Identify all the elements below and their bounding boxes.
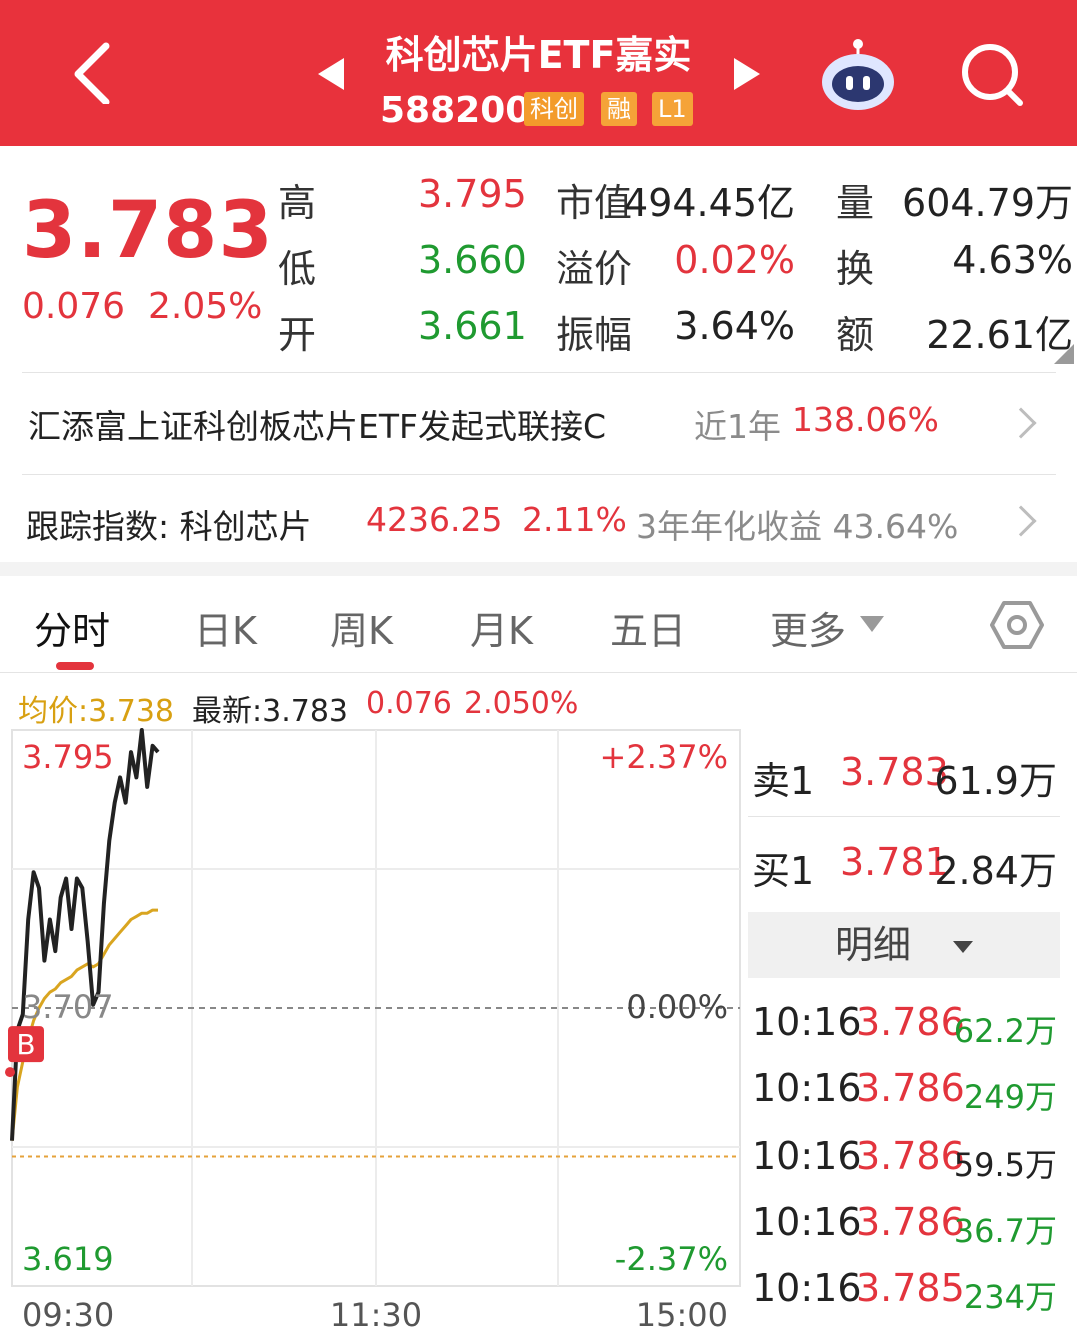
tracking-index-row[interactable]: 跟踪指数: 科创芯片 4236.25 2.11% 3年年化收益 43.64% — [0, 476, 1077, 562]
divider — [22, 372, 1056, 373]
price-change-pct: 2.05% — [148, 286, 263, 327]
chevron-right-icon — [1005, 407, 1037, 439]
stat-amplitude-value: 3.64% — [674, 304, 795, 348]
top-bar: 科创芯片ETF嘉实 588200 科创 融 L1 — [0, 0, 1077, 146]
tab-intraday[interactable]: 分时 — [34, 600, 110, 655]
linked-fund-name: 汇添富上证科创板芯片ETF发起式联接C — [28, 407, 607, 446]
divider — [22, 474, 1056, 475]
tab-five-day[interactable]: 五日 — [610, 600, 686, 655]
trade-volume: 62.2万 — [953, 1012, 1057, 1050]
section-separator — [0, 562, 1077, 576]
buy1-label: 买1 — [752, 849, 815, 893]
trade-time: 10:16 — [752, 1066, 862, 1110]
stock-code: 588200 — [380, 90, 531, 131]
stat-open-value: 3.661 — [418, 304, 527, 348]
x-tick-open: 09:30 — [22, 1296, 114, 1334]
trade-price: 3.785 — [856, 1266, 965, 1310]
y-label-bottom: 3.619 — [22, 1240, 114, 1278]
robot-assistant-icon[interactable] — [816, 36, 900, 112]
x-tick-close: 15:00 — [636, 1296, 728, 1334]
last-price: 3.783 — [22, 186, 274, 276]
tag-level: L1 — [652, 92, 693, 126]
stat-amount-label: 额 — [836, 313, 875, 357]
trade-time: 10:16 — [752, 1266, 862, 1310]
y-pct-label-top: +2.37% — [600, 738, 728, 776]
trade-price: 3.786 — [856, 1134, 965, 1178]
tracking-index-label: 跟踪指数: 科创芯片 — [26, 507, 312, 546]
stat-high-label: 高 — [278, 181, 317, 225]
detail-label: 明细 — [834, 923, 911, 967]
chart-change-pct-label: 2.050% — [464, 686, 579, 721]
tab-weekly-k[interactable]: 周K — [330, 600, 393, 655]
tag-margin: 融 — [601, 92, 637, 126]
chart-change-label: 0.076 — [366, 686, 452, 721]
stat-turnover-label: 换 — [836, 247, 875, 291]
chart-settings-icon[interactable] — [990, 600, 1044, 654]
trade-time: 10:16 — [752, 1000, 862, 1044]
buy1-price: 3.781 — [840, 840, 949, 884]
buy-marker-label: B — [16, 1028, 35, 1061]
sell1-volume: 61.9万 — [934, 759, 1057, 803]
search-icon[interactable] — [958, 42, 1028, 108]
latest-price-label: 最新:3.783 — [192, 694, 348, 729]
price-line — [10, 728, 160, 1141]
buy1-volume: 2.84万 — [934, 849, 1057, 893]
linked-fund-period: 近1年 — [694, 407, 781, 446]
chevron-right-icon — [1005, 505, 1037, 537]
y-label-top: 3.795 — [22, 738, 114, 776]
tracking-index-change: 2.11% — [522, 500, 627, 539]
stat-low-label: 低 — [278, 247, 317, 291]
stat-open-label: 开 — [278, 313, 317, 357]
trade-time: 10:16 — [752, 1134, 862, 1178]
stock-title: 科创芯片ETF嘉实 — [385, 33, 692, 77]
y-label-mid: 3.707 — [22, 988, 114, 1026]
stat-mktcap-value: 494.45亿 — [624, 181, 795, 225]
buy-point — [5, 1067, 15, 1078]
stat-premium-label: 溢价 — [556, 247, 633, 291]
tab-more[interactable]: 更多 — [770, 600, 846, 655]
stat-volume-label: 量 — [836, 181, 875, 225]
stat-amount-value: 22.61亿 — [926, 313, 1073, 357]
linked-fund-row[interactable]: 汇添富上证科创板芯片ETF发起式联接C 近1年 138.06% — [0, 374, 1077, 472]
trade-volume: 36.7万 — [953, 1212, 1057, 1250]
trade-volume: 234万 — [963, 1278, 1057, 1316]
dropdown-arrow-icon — [953, 940, 974, 953]
divider — [0, 672, 1077, 673]
tracking-index-value: 4236.25 — [366, 500, 503, 539]
stat-premium-value: 0.02% — [674, 238, 795, 282]
active-tab-indicator — [56, 662, 94, 670]
price-change: 0.076 — [22, 286, 126, 327]
expand-corner-icon[interactable] — [1054, 344, 1074, 368]
stat-turnover-value: 4.63% — [952, 238, 1073, 282]
divider — [748, 816, 1060, 817]
trade-price: 3.786 — [856, 1066, 965, 1110]
tab-monthly-k[interactable]: 月K — [470, 600, 533, 655]
stat-mktcap-label: 市值 — [556, 181, 633, 225]
stat-low-value: 3.660 — [418, 238, 527, 282]
trade-volume: 249万 — [963, 1078, 1057, 1116]
trade-price: 3.786 — [856, 1000, 965, 1044]
y-pct-label-bottom: -2.37% — [615, 1240, 728, 1278]
stat-high-value: 3.795 — [418, 172, 527, 216]
trade-time: 10:16 — [752, 1200, 862, 1244]
next-stock-icon[interactable] — [732, 56, 762, 96]
detail-dropdown[interactable]: 明细 — [748, 912, 1060, 978]
avg-price-label: 均价:3.738 — [18, 694, 174, 729]
linked-fund-return: 138.06% — [792, 400, 939, 439]
x-tick-midday: 11:30 — [330, 1296, 422, 1334]
trade-price: 3.786 — [856, 1200, 965, 1244]
intraday-chart[interactable]: B 3.795 3.707 3.619 +2.37% 0.00% -2.37% 09:30 11… — [0, 726, 742, 1342]
tag-star-market: 科创 — [524, 92, 584, 126]
tab-daily-k[interactable]: 日K — [194, 600, 257, 655]
sell1-price: 3.783 — [840, 750, 949, 794]
sell1-label: 卖1 — [752, 759, 815, 803]
stat-amplitude-label: 振幅 — [556, 313, 633, 357]
trade-volume: 59.5万 — [953, 1146, 1057, 1184]
stat-volume-value: 604.79万 — [902, 181, 1073, 225]
y-pct-label-mid: 0.00% — [626, 988, 728, 1026]
tracking-index-annualized: 3年年化收益 43.64% — [636, 507, 959, 546]
more-dropdown-icon[interactable] — [860, 616, 884, 636]
